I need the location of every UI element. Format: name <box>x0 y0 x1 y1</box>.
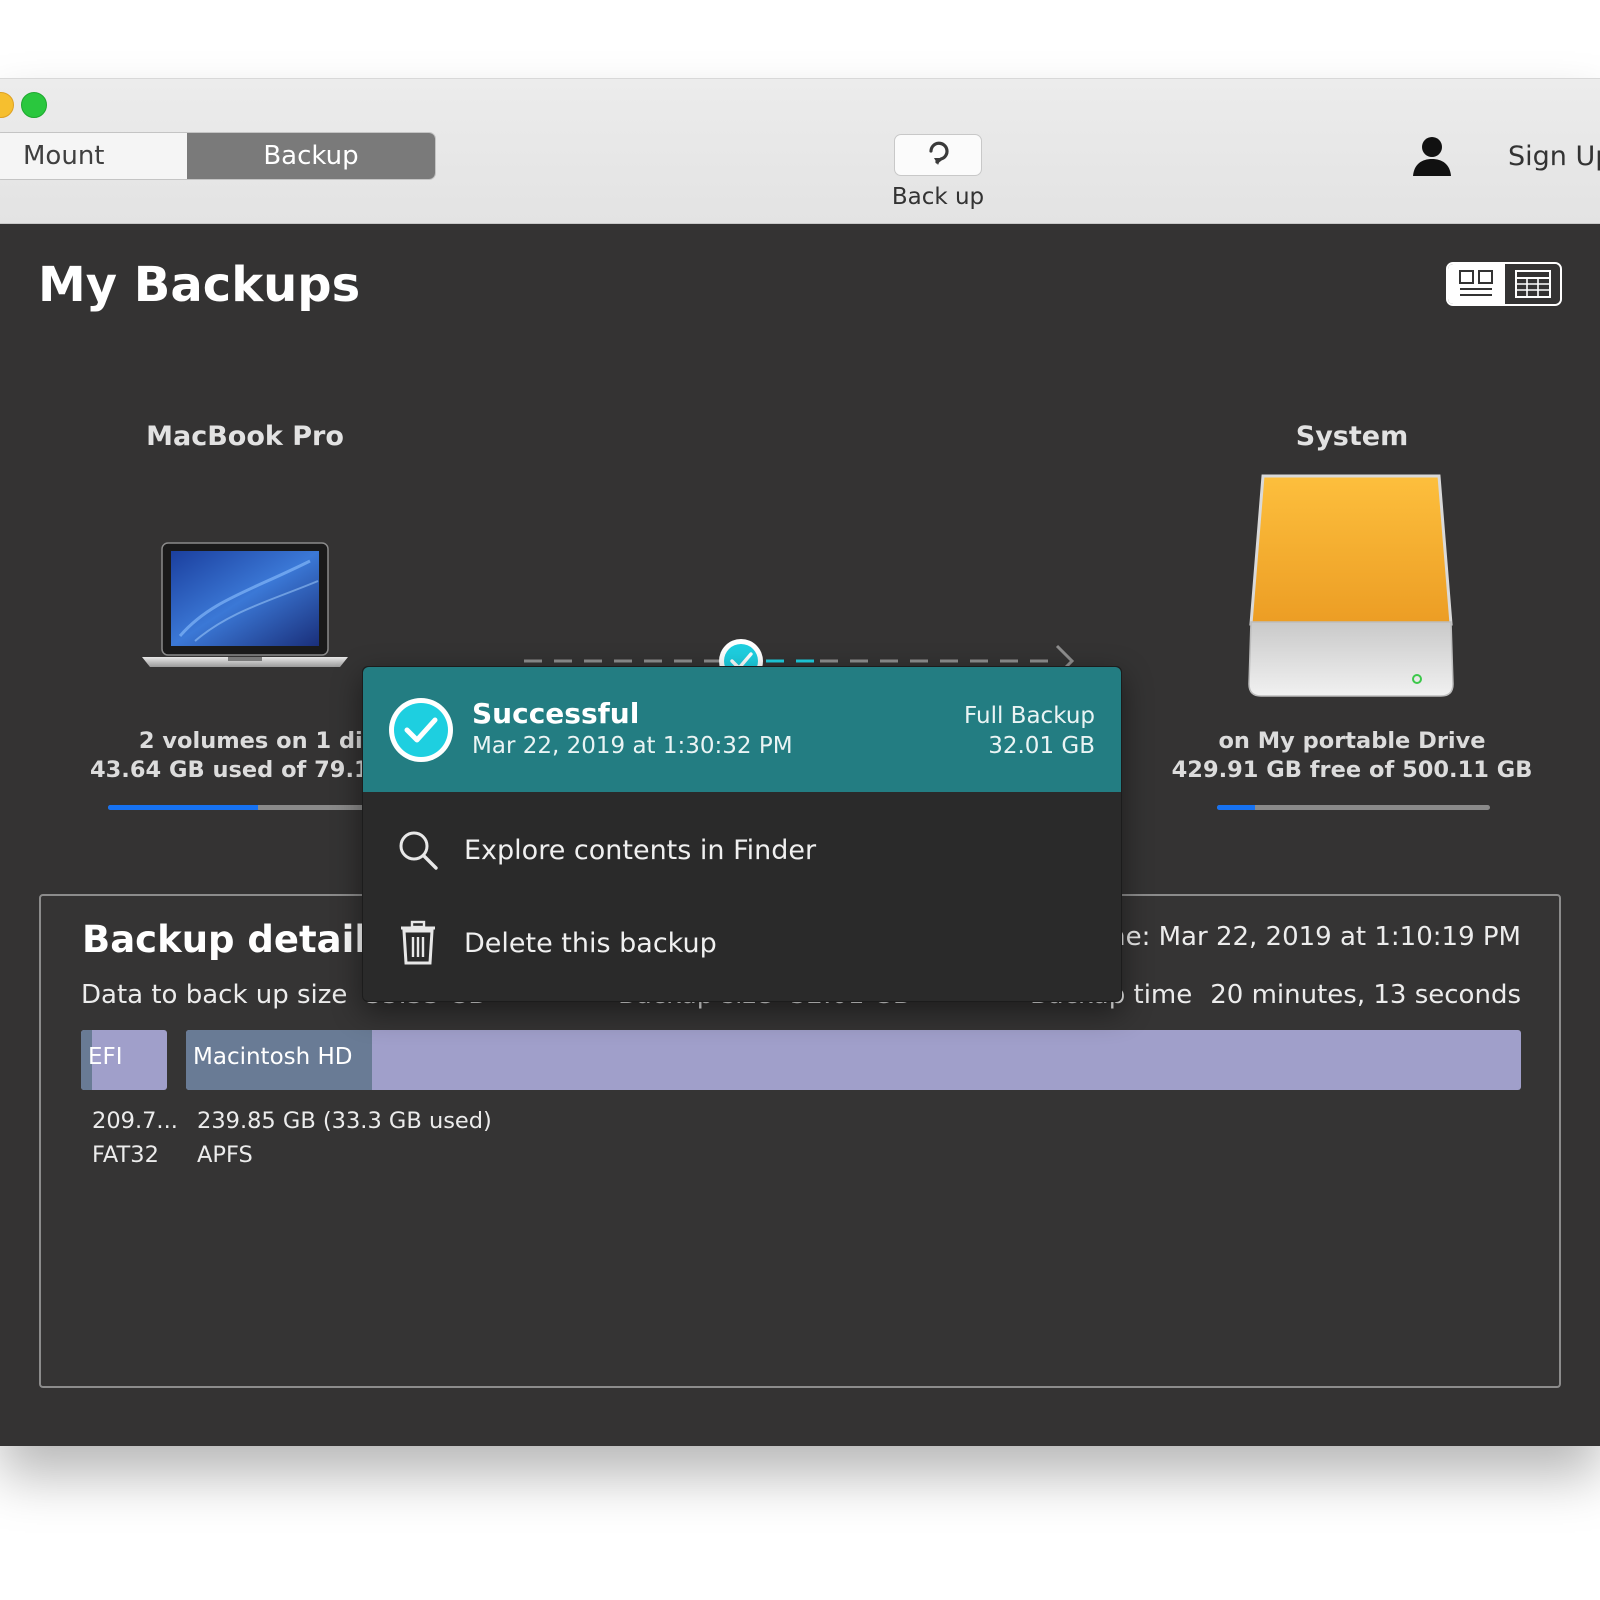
user-icon[interactable] <box>1410 134 1454 178</box>
destination-usage-bar <box>1217 805 1490 810</box>
tab-backup[interactable]: Backup <box>187 133 435 179</box>
menu-delete-backup[interactable]: Delete this backup <box>363 900 1121 986</box>
destination-name: System <box>1295 421 1409 452</box>
partition-macintosh-hd-size: 239.85 GB (33.3 GB used) <box>197 1108 492 1134</box>
partition-macintosh-hd[interactable]: Macintosh HD <box>186 1030 1521 1090</box>
source-usage-fill <box>108 805 258 810</box>
partition-macintosh-hd-fs: APFS <box>197 1142 253 1168</box>
page-title: My Backups <box>38 257 361 313</box>
backup-type-size: Full Backup 32.01 GB <box>964 701 1095 761</box>
view-toggle <box>1446 262 1562 306</box>
backup-popover: Successful Mar 22, 2019 at 1:30:32 PM Fu… <box>362 666 1122 1002</box>
data-size-label: Data to back up size <box>81 980 348 1010</box>
list-view-button[interactable] <box>1503 264 1560 304</box>
partition-efi[interactable]: EFI <box>81 1030 167 1090</box>
back-up-label: Back up <box>891 184 985 210</box>
partition-macintosh-hd-label: Macintosh HD <box>193 1044 353 1070</box>
menu-delete-label: Delete this backup <box>464 927 717 959</box>
success-check-icon <box>389 698 453 762</box>
magnifier-icon <box>395 827 441 873</box>
partition-efi-fs: FAT32 <box>92 1142 159 1168</box>
source-device-name: MacBook Pro <box>146 421 344 452</box>
grid-view-icon <box>1458 270 1493 296</box>
tab-mount[interactable]: Mount <box>0 133 187 179</box>
sign-up-link[interactable]: Sign Up <box>1508 141 1600 172</box>
macbook-icon[interactable] <box>140 541 350 671</box>
partition-macintosh-hd-info: 239.85 GB (33.3 GB used) APFS <box>197 1104 492 1172</box>
backup-time-value: 20 minutes, 13 seconds <box>1210 980 1521 1010</box>
backup-date: Mar 22, 2019 at 1:30:32 PM <box>472 733 793 759</box>
popover-header: Successful Mar 22, 2019 at 1:30:32 PM Fu… <box>363 667 1121 792</box>
minimize-window-button[interactable] <box>0 92 14 118</box>
hard-drive-icon[interactable] <box>1245 474 1457 704</box>
backup-type: Full Backup <box>964 703 1095 729</box>
toolbar: Mount Backup Back up Sign Up <box>0 79 1600 224</box>
source-device-info: 2 volumes on 1 disk 43.64 GB used of 79.… <box>90 727 400 785</box>
back-up-toolbar-item[interactable]: Back up <box>878 134 998 210</box>
partition-efi-info: 209.7... FAT32 <box>92 1104 178 1172</box>
backup-status: Successful <box>472 697 640 730</box>
destination-info: on My portable Drive 429.91 GB free of 5… <box>1152 727 1552 785</box>
trash-icon <box>395 920 441 966</box>
menu-explore-label: Explore contents in Finder <box>464 834 817 866</box>
destination-info-line1: on My portable Drive <box>1218 728 1486 754</box>
app-window: Mount Backup Back up Sign Up My Backups <box>0 78 1600 1446</box>
source-usage-bar <box>108 805 380 810</box>
menu-explore-in-finder[interactable]: Explore contents in Finder <box>363 807 1121 893</box>
zoom-window-button[interactable] <box>21 92 47 118</box>
partition-efi-size: 209.7... <box>92 1108 178 1134</box>
backup-type-size-value: 32.01 GB <box>988 733 1095 759</box>
back-up-button[interactable] <box>894 134 982 176</box>
grid-view-button[interactable] <box>1448 264 1503 304</box>
source-info-line1: 2 volumes on 1 disk <box>138 728 392 754</box>
list-view-icon <box>1514 270 1551 298</box>
destination-info-line2: 429.91 GB free of 500.11 GB <box>1171 757 1533 783</box>
partition-efi-label: EFI <box>88 1044 123 1070</box>
destination-usage-fill <box>1217 805 1256 810</box>
source-info-line2: 43.64 GB used of 79.11 GB <box>90 757 400 783</box>
backup-details-title: Backup details <box>82 918 390 961</box>
backup-arrow-icon <box>929 141 949 165</box>
mode-segmented-control: Mount Backup <box>0 132 436 180</box>
